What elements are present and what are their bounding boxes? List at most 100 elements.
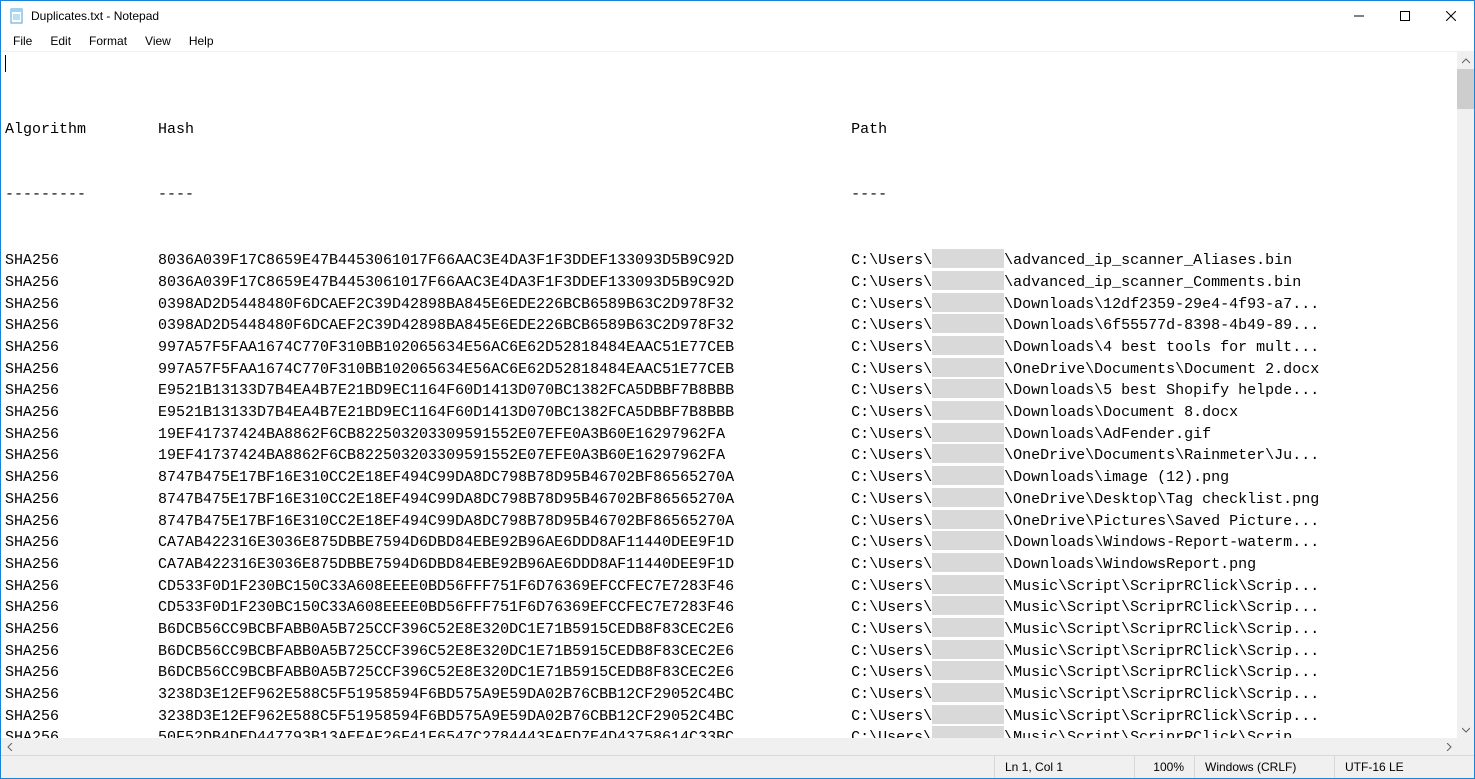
cell-path-prefix: C:\Users\ [851, 554, 932, 576]
cell-hash: E9521B13133D7B4EA4B7E21BD9EC1164F60D1413… [158, 380, 851, 402]
status-eol: Windows (CRLF) [1194, 756, 1334, 778]
redacted-username [932, 705, 1004, 724]
redacted-username [932, 423, 1004, 442]
cell-path-prefix: C:\Users\ [851, 706, 932, 728]
maximize-button[interactable] [1382, 1, 1428, 31]
menu-help[interactable]: Help [181, 32, 222, 50]
close-button[interactable] [1428, 1, 1474, 31]
data-row: SHA256CD533F0D1F230BC150C33A608EEEE0BD56… [5, 575, 1453, 597]
status-encoding: UTF-16 LE [1334, 756, 1474, 778]
data-row: SHA25619EF41737424BA8862F6CB822503203309… [5, 423, 1453, 445]
cell-hash: CD533F0D1F230BC150C33A608EEEE0BD56FFF751… [158, 597, 851, 619]
window-controls [1336, 1, 1474, 31]
redacted-username [932, 466, 1004, 485]
window-title: Duplicates.txt - Notepad [31, 9, 159, 23]
scroll-right-icon[interactable] [1440, 738, 1457, 755]
cell-algo: SHA256 [5, 250, 158, 272]
cell-algo: SHA256 [5, 272, 158, 294]
status-zoom: 100% [1134, 756, 1194, 778]
horizontal-scrollbar-row [1, 738, 1474, 755]
redacted-username [932, 661, 1004, 680]
cell-hash: 8747B475E17BF16E310CC2E18EF494C99DA8DC79… [158, 489, 851, 511]
data-row: SHA256E9521B13133D7B4EA4B7E21BD9EC1164F6… [5, 401, 1453, 423]
cell-path-suffix: \OneDrive\Documents\Document 2.docx [1004, 359, 1319, 381]
menu-edit[interactable]: Edit [42, 32, 79, 50]
menubar: File Edit Format View Help [1, 31, 1474, 51]
cell-path-prefix: C:\Users\ [851, 380, 932, 402]
cell-path-suffix: \Downloads\image (12).png [1004, 467, 1229, 489]
cell-algo: SHA256 [5, 576, 158, 598]
cell-path-prefix: C:\Users\ [851, 727, 932, 738]
cell-hash: 3238D3E12EF962E588C5F51958594F6BD575A9E5… [158, 706, 851, 728]
cell-algo: SHA256 [5, 337, 158, 359]
cell-path-prefix: C:\Users\ [851, 641, 932, 663]
cell-path-prefix: C:\Users\ [851, 337, 932, 359]
cell-algo: SHA256 [5, 424, 158, 446]
cell-path-suffix: \Downloads\12df2359-29e4-4f93-a7... [1004, 294, 1319, 316]
cell-algo: SHA256 [5, 294, 158, 316]
cell-hash: CA7AB422316E3036E875DBBE7594D6DBD84EBE92… [158, 554, 851, 576]
data-row: SHA2560398AD2D5448480F6DCAEF2C39D42898BA… [5, 293, 1453, 315]
data-row: SHA256997A57F5FAA1674C770F310BB102065634… [5, 336, 1453, 358]
statusbar: Ln 1, Col 1 100% Windows (CRLF) UTF-16 L… [1, 755, 1474, 778]
menu-format[interactable]: Format [81, 32, 135, 50]
data-row: SHA256997A57F5FAA1674C770F310BB102065634… [5, 358, 1453, 380]
cell-path-prefix: C:\Users\ [851, 511, 932, 533]
cell-hash: E9521B13133D7B4EA4B7E21BD9EC1164F60D1413… [158, 402, 851, 424]
cell-hash: CD533F0D1F230BC150C33A608EEEE0BD56FFF751… [158, 576, 851, 598]
cell-algo: SHA256 [5, 597, 158, 619]
horizontal-scrollbar[interactable] [1, 738, 1457, 755]
status-position: Ln 1, Col 1 [994, 756, 1134, 778]
cell-hash: 50F52DB4DED447793B13AEEAF26F41F6547C2784… [158, 727, 851, 738]
data-row: SHA2568747B475E17BF16E310CC2E18EF494C99D… [5, 510, 1453, 532]
cell-path-suffix: \Downloads\AdFender.gif [1004, 424, 1211, 446]
menu-file[interactable]: File [5, 32, 40, 50]
cell-algo: SHA256 [5, 315, 158, 337]
redacted-username [932, 531, 1004, 550]
cell-path-suffix: \Music\Script\ScriprRClick\Scrip... [1004, 662, 1319, 684]
redacted-username [932, 379, 1004, 398]
redacted-username [932, 640, 1004, 659]
cell-algo: SHA256 [5, 641, 158, 663]
redacted-username [932, 293, 1004, 312]
cell-path-suffix: \OneDrive\Desktop\Tag checklist.png [1004, 489, 1319, 511]
cell-path-suffix: \Downloads\6f55577d-8398-4b49-89... [1004, 315, 1319, 337]
data-row: SHA256B6DCB56CC9BCBFABB0A5B725CCF396C52E… [5, 640, 1453, 662]
cell-algo: SHA256 [5, 684, 158, 706]
scroll-up-icon[interactable] [1457, 52, 1474, 69]
cell-path-suffix: \Music\Script\ScriprRClick\Scrip... [1004, 641, 1319, 663]
redacted-username [932, 618, 1004, 637]
cell-path-prefix: C:\Users\ [851, 684, 932, 706]
data-row: SHA2568747B475E17BF16E310CC2E18EF494C99D… [5, 466, 1453, 488]
scroll-down-icon[interactable] [1457, 721, 1474, 738]
data-row: SHA256B6DCB56CC9BCBFABB0A5B725CCF396C52E… [5, 661, 1453, 683]
notepad-icon [9, 8, 25, 24]
data-row: SHA256CA7AB422316E3036E875DBBE7594D6DBD8… [5, 553, 1453, 575]
cell-hash: B6DCB56CC9BCBFABB0A5B725CCF396C52E8E320D… [158, 662, 851, 684]
cell-algo: SHA256 [5, 380, 158, 402]
scroll-left-icon[interactable] [1, 738, 18, 755]
cell-algo: SHA256 [5, 727, 158, 738]
cell-path-suffix: \Downloads\Windows-Report-waterm... [1004, 532, 1319, 554]
data-row: SHA2568036A039F17C8659E47B4453061017F66A… [5, 249, 1453, 271]
cell-path-prefix: C:\Users\ [851, 619, 932, 641]
text-caret [5, 55, 6, 72]
menu-view[interactable]: View [137, 32, 179, 50]
data-row: SHA2563238D3E12EF962E588C5F51958594F6BD5… [5, 683, 1453, 705]
text-editor[interactable]: AlgorithmHashPath ----------------- SHA2… [1, 52, 1457, 738]
cell-hash: 8747B475E17BF16E310CC2E18EF494C99DA8DC79… [158, 467, 851, 489]
cell-hash: 997A57F5FAA1674C770F310BB102065634E56AC6… [158, 359, 851, 381]
cell-path-prefix: C:\Users\ [851, 272, 932, 294]
minimize-button[interactable] [1336, 1, 1382, 31]
vertical-scrollbar-thumb[interactable] [1457, 69, 1474, 109]
redacted-username [932, 510, 1004, 529]
vertical-scrollbar[interactable] [1457, 52, 1474, 738]
redacted-username [932, 314, 1004, 333]
data-row: SHA25619EF41737424BA8862F6CB822503203309… [5, 444, 1453, 466]
cell-path-suffix: \Music\Script\ScriprRClick\Scrip... [1004, 576, 1319, 598]
redacted-username [932, 358, 1004, 377]
cell-path-suffix: \Music\Script\ScriprRClick\Scrip... [1004, 727, 1319, 738]
cell-path-suffix: \Music\Script\ScriprRClick\Scrip... [1004, 706, 1319, 728]
redacted-username [932, 553, 1004, 572]
cell-path-suffix: \advanced_ip_scanner_Comments.bin [1004, 272, 1301, 294]
